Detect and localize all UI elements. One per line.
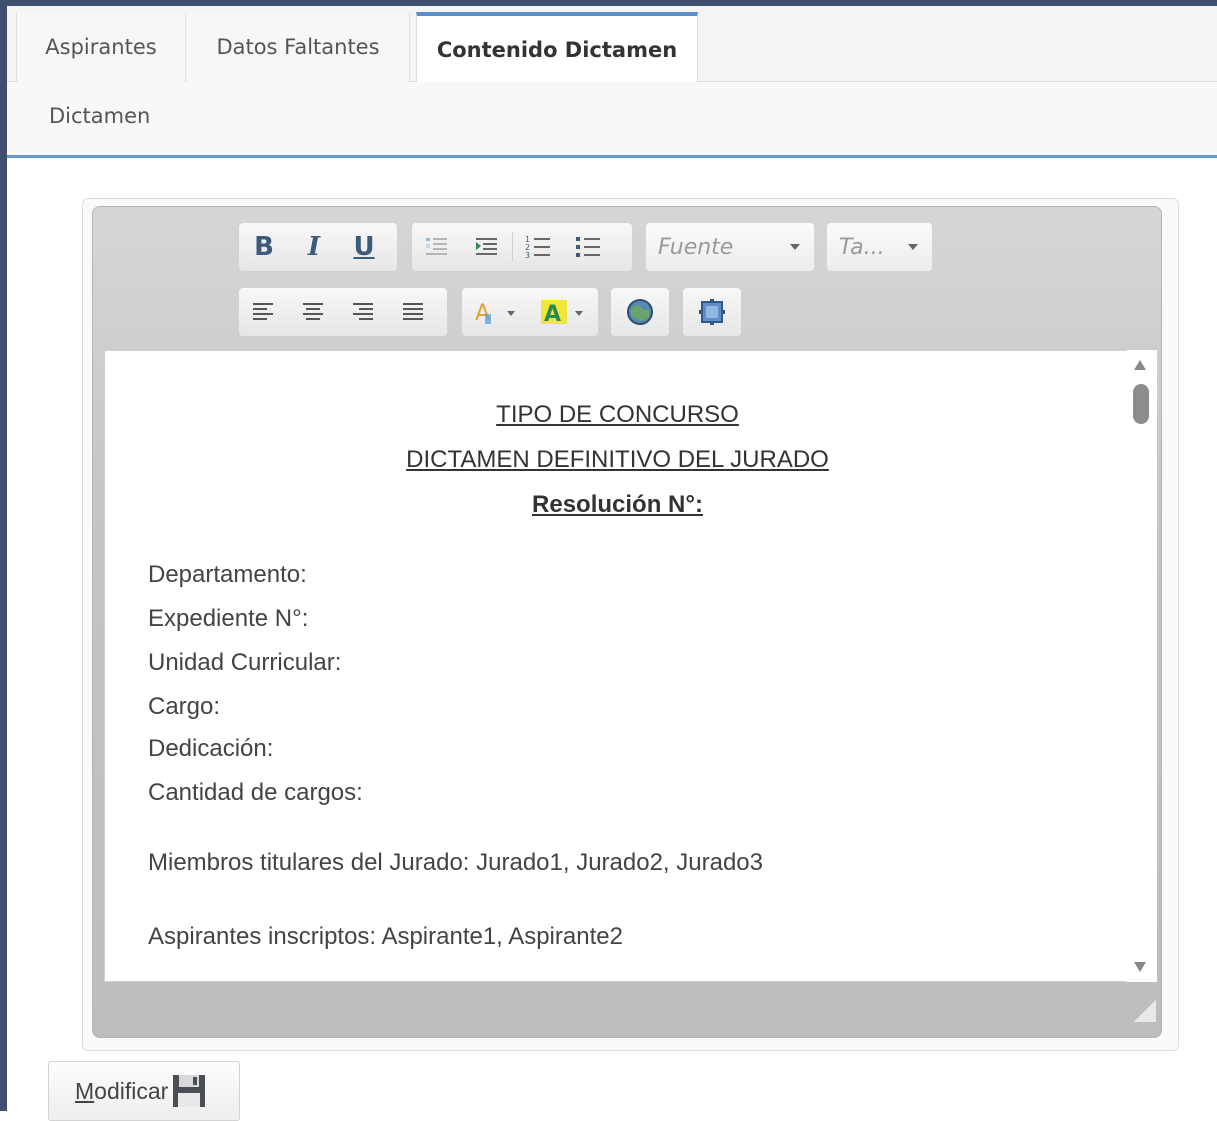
- doc-field-dedicacion: Dedicación:: [148, 735, 274, 762]
- tab-aspirantes[interactable]: Aspirantes: [16, 12, 186, 82]
- bold-button[interactable]: B: [239, 223, 289, 271]
- align-center-icon[interactable]: [289, 288, 339, 336]
- resize-handle-icon[interactable]: [1134, 1000, 1156, 1022]
- indent-icon[interactable]: [462, 223, 512, 271]
- doc-jurado-line: Miembros titulares del Jurado: Jurado1, …: [148, 849, 763, 876]
- doc-field-unidad: Unidad Curricular:: [148, 649, 342, 676]
- doc-heading-resolucion: Resolución N°:: [532, 491, 703, 518]
- modificar-accesskey: M: [75, 1077, 95, 1104]
- font-size-placeholder: Ta...: [839, 234, 885, 260]
- spellcheck-icon[interactable]: [611, 288, 669, 336]
- format-group: B I U: [238, 222, 398, 272]
- doc-aspirantes-line: Aspirantes inscriptos: Aspirante1, Aspir…: [148, 923, 623, 950]
- indent-list-group: 1 2 3: [411, 222, 633, 272]
- doc-heading-tipo: TIPO DE CONCURSO: [496, 401, 739, 428]
- modificar-button[interactable]: Modificar: [48, 1061, 240, 1121]
- scroll-up-icon[interactable]: [1134, 360, 1146, 370]
- editor-scrollbar[interactable]: [1127, 350, 1157, 982]
- select-all-icon[interactable]: [683, 288, 741, 336]
- align-justify-icon[interactable]: [389, 288, 439, 336]
- tab-contenido-dictamen[interactable]: Contenido Dictamen: [416, 12, 698, 83]
- scroll-down-icon[interactable]: [1134, 962, 1146, 972]
- numbered-list-icon[interactable]: 1 2 3: [513, 223, 563, 271]
- doc-field-cantidad: Cantidad de cargos:: [148, 779, 363, 806]
- insert-group: [610, 287, 670, 337]
- outdent-icon[interactable]: [412, 223, 462, 271]
- italic-button[interactable]: I: [289, 223, 339, 271]
- doc-field-departamento: Departamento:: [148, 561, 307, 588]
- doc-heading-dictamen: DICTAMEN DEFINITIVO DEL JURADO: [406, 446, 829, 473]
- color-group: A A: [461, 287, 599, 337]
- svg-text:3: 3: [525, 251, 530, 260]
- tab-bar: Aspirantes Datos Faltantes Contenido Dic…: [7, 6, 1217, 83]
- text-color-button[interactable]: A: [462, 288, 530, 336]
- doc-field-cargo: Cargo:: [148, 693, 221, 720]
- font-size-select[interactable]: Ta...: [826, 222, 933, 272]
- editor-content-area[interactable]: TIPO DE CONCURSO DICTAMEN DEFINITIVO DEL…: [104, 350, 1129, 982]
- underline-button[interactable]: U: [339, 223, 389, 271]
- align-left-icon[interactable]: [239, 288, 289, 336]
- align-right-icon[interactable]: [339, 288, 389, 336]
- scroll-thumb[interactable]: [1133, 384, 1149, 424]
- modificar-label: odificar: [94, 1077, 169, 1104]
- floppy-disk-icon: [172, 1074, 206, 1108]
- chevron-down-icon: [908, 244, 918, 250]
- bullet-list-icon[interactable]: [563, 223, 613, 271]
- subtab-bar: Dictamen: [7, 82, 1217, 158]
- svg-text:A: A: [544, 302, 561, 326]
- tab-datos-faltantes[interactable]: Datos Faltantes: [187, 12, 410, 82]
- background-color-button[interactable]: A: [530, 288, 598, 336]
- font-family-select[interactable]: Fuente: [645, 222, 815, 272]
- source-group: [682, 287, 742, 337]
- alignment-group: [238, 287, 448, 337]
- font-family-placeholder: Fuente: [658, 234, 734, 260]
- doc-field-expediente: Expediente N°:: [148, 605, 309, 632]
- subtab-dictamen[interactable]: Dictamen: [49, 104, 150, 128]
- chevron-down-icon: [790, 244, 800, 250]
